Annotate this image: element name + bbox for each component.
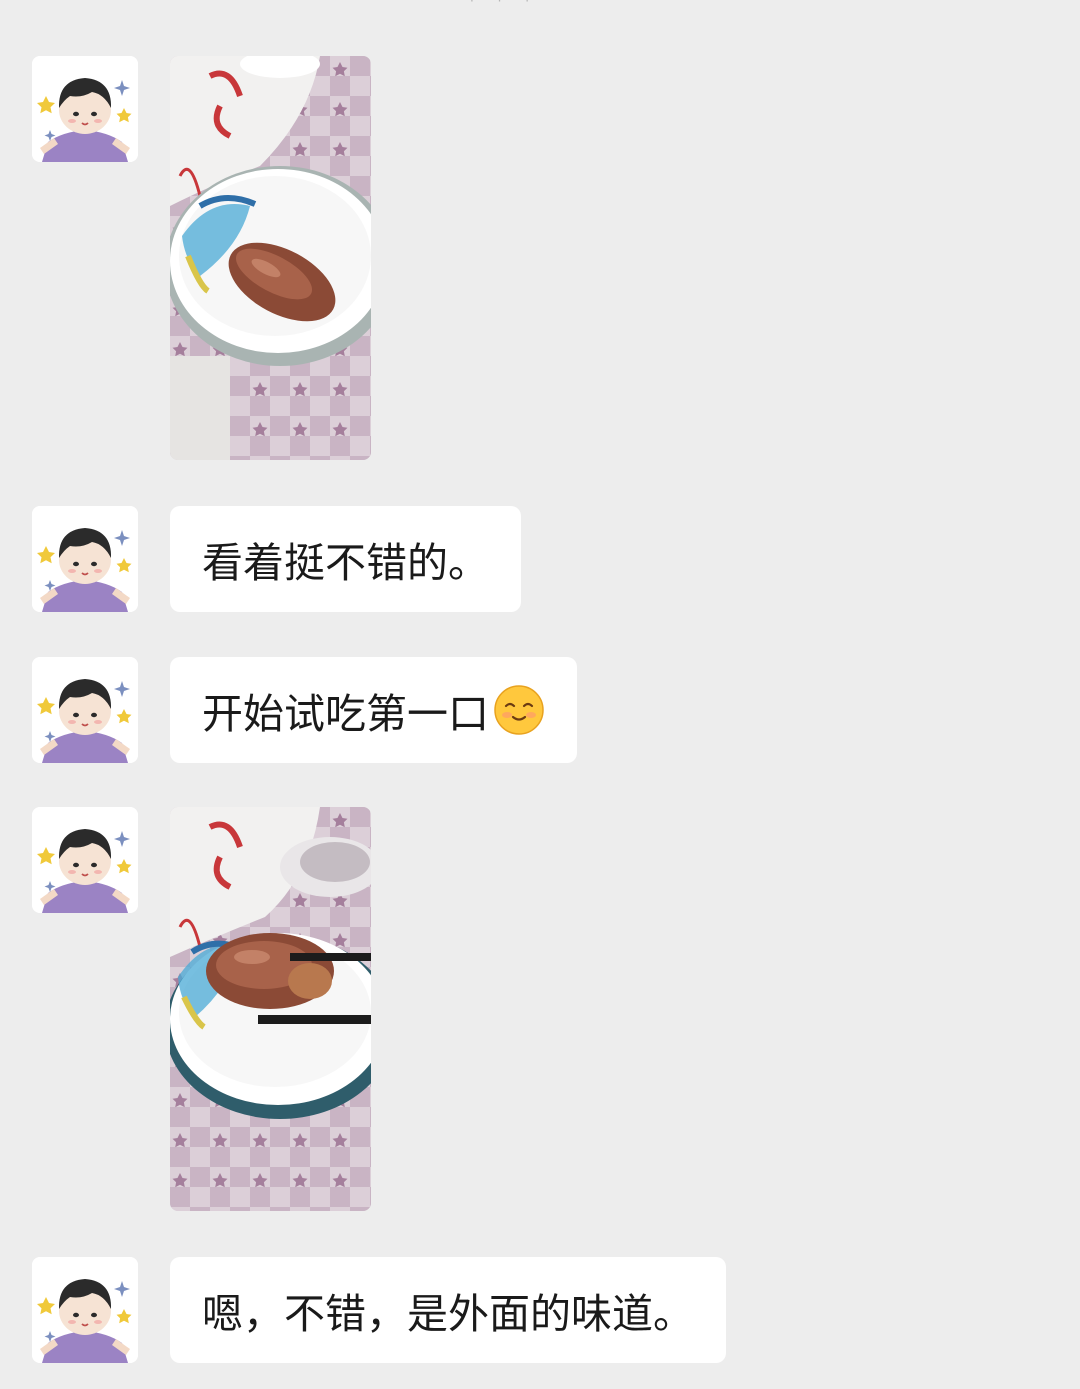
- message-text: 开始试吃第一口: [202, 690, 489, 738]
- chat-message-text-2: 看着挺不错的。: [0, 506, 1080, 612]
- chat-message-image-1: [0, 56, 1080, 460]
- chat-message-image-4: [0, 807, 1080, 1211]
- chat-image-sausage-chopsticks[interactable]: [170, 807, 371, 1211]
- chat-image-sausage-bowl[interactable]: [170, 56, 371, 460]
- avatar[interactable]: [32, 506, 138, 612]
- photo-content: [170, 807, 371, 1211]
- avatar-illustration-icon: [32, 807, 138, 913]
- avatar-illustration-icon: [32, 1257, 138, 1363]
- top-hint: · · ·: [470, 0, 550, 4]
- avatar-illustration-icon: [32, 56, 138, 162]
- avatar-illustration-icon: [32, 506, 138, 612]
- avatar[interactable]: [32, 807, 138, 913]
- smiling-face-emoji-icon: [494, 685, 544, 735]
- message-bubble[interactable]: 开始试吃第一口: [170, 657, 577, 763]
- avatar-illustration-icon: [32, 657, 138, 763]
- message-text: 嗯，不错，是外面的味道。: [202, 1290, 694, 1338]
- avatar[interactable]: [32, 56, 138, 162]
- avatar[interactable]: [32, 1257, 138, 1363]
- chat-message-text-5: 嗯，不错，是外面的味道。: [0, 1257, 1080, 1363]
- message-text: 看着挺不错的。: [202, 539, 489, 587]
- photo-content: [170, 56, 371, 460]
- message-bubble[interactable]: 看着挺不错的。: [170, 506, 521, 612]
- avatar[interactable]: [32, 657, 138, 763]
- chat-message-text-3: 开始试吃第一口: [0, 657, 1080, 763]
- message-bubble[interactable]: 嗯，不错，是外面的味道。: [170, 1257, 726, 1363]
